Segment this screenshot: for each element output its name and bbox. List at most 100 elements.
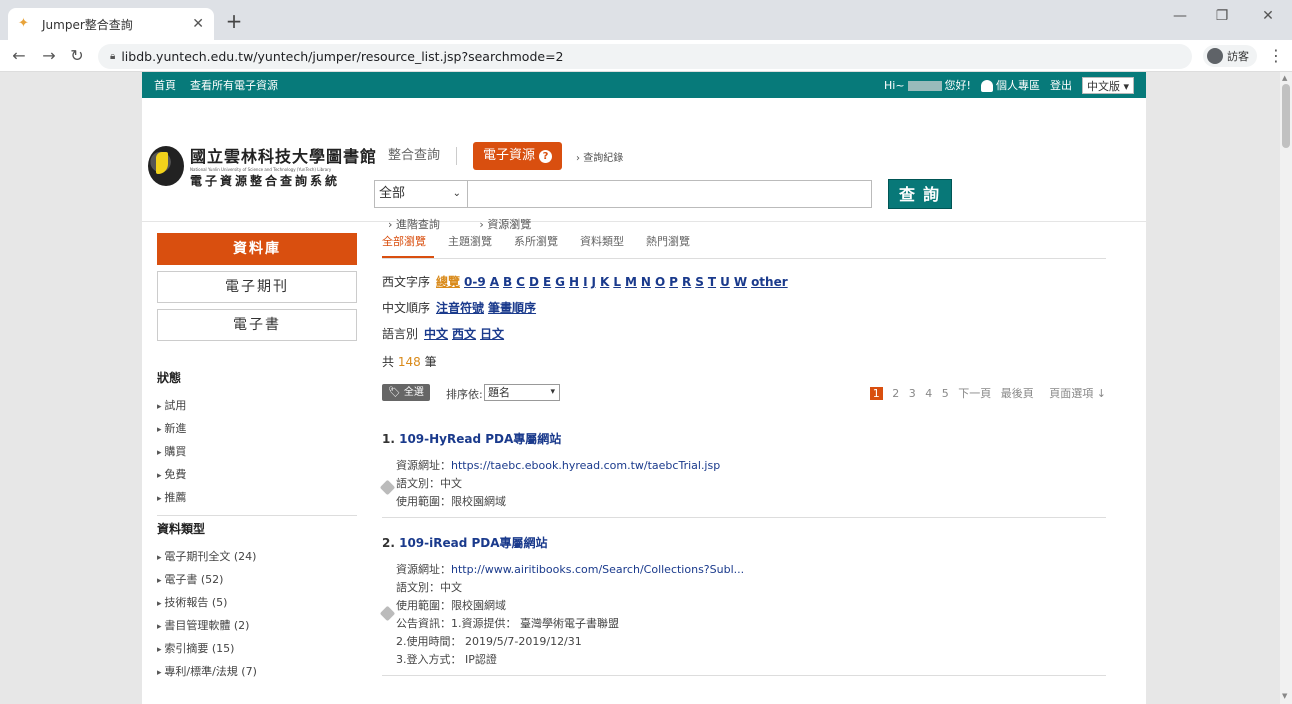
western-letter-link[interactable]: other <box>751 275 788 289</box>
advanced-search-link[interactable]: › 進階查詢 <box>388 218 458 231</box>
stroke-order-link[interactable]: 筆畫順序 <box>488 301 536 315</box>
western-letter-link[interactable]: J <box>592 275 596 289</box>
sidebar-database-button[interactable]: 資料庫 <box>157 233 357 265</box>
all-resources-link[interactable]: 查看所有電子資源 <box>190 77 278 93</box>
tab-browse-all[interactable]: 全部瀏覽 <box>382 233 426 258</box>
result-url-link[interactable]: http://www.airitibooks.com/Search/Collec… <box>451 563 744 576</box>
western-letter-link[interactable]: L <box>613 275 621 289</box>
language-select[interactable]: 中文版 ▾ <box>1081 76 1134 94</box>
help-icon[interactable]: ? <box>539 150 553 163</box>
select-all-button[interactable]: 🏷︎ 全選 <box>382 384 430 401</box>
search-sublinks: › 進階查詢 › 資源瀏覽 <box>388 216 567 232</box>
home-link[interactable]: 首頁 <box>154 77 176 93</box>
scroll-down-icon[interactable]: ▼ <box>1282 692 1287 700</box>
status-item-recommended[interactable]: 推薦 <box>157 486 357 509</box>
result-url-link[interactable]: https://taebc.ebook.hyread.com.tw/taebcT… <box>451 459 720 472</box>
search-scope-select[interactable]: 全部 ⌄ <box>374 180 468 208</box>
western-letter-link[interactable]: A <box>490 275 499 289</box>
western-letter-link[interactable]: O <box>655 275 665 289</box>
tab-browse-popular[interactable]: 熱門瀏覽 <box>646 233 690 258</box>
close-window-icon[interactable]: ✕ <box>1248 8 1288 24</box>
tab-eresources[interactable]: 電子資源? <box>473 142 563 170</box>
type-item[interactable]: 電子期刊全文 (24) <box>157 545 357 568</box>
western-letter-link[interactable]: C <box>516 275 525 289</box>
new-tab-button[interactable]: + <box>222 10 246 34</box>
status-item-purchased[interactable]: 購買 <box>157 440 357 463</box>
address-bar-row: ← → ↻ 🔒︎ libdb.yuntech.edu.tw/yuntech/ju… <box>0 40 1292 72</box>
tag-icon[interactable] <box>379 605 396 622</box>
western-letter-link[interactable]: R <box>682 275 691 289</box>
result-title-link[interactable]: 2. 109-iRead PDA專屬網站 <box>382 534 1106 551</box>
scrollbar-thumb[interactable] <box>1282 84 1290 148</box>
western-letter-link[interactable]: I <box>583 275 587 289</box>
type-item[interactable]: 專利/標準/法規 (7) <box>157 660 357 683</box>
back-arrow-icon[interactable]: ← <box>8 45 30 67</box>
western-letter-link[interactable]: E <box>543 275 551 289</box>
personal-area-link[interactable]: 個人專區 <box>980 77 1040 93</box>
status-item-new[interactable]: 新進 <box>157 417 357 440</box>
tab-integrated-search[interactable]: 整合查詢 <box>388 147 458 165</box>
western-letter-link[interactable]: K <box>600 275 609 289</box>
type-item[interactable]: 電子書 (52) <box>157 568 357 591</box>
minimize-icon[interactable]: — <box>1160 8 1200 24</box>
search-input[interactable] <box>468 180 872 208</box>
person-icon <box>980 80 993 92</box>
western-letter-link[interactable]: U <box>720 275 730 289</box>
lang-japanese-link[interactable]: 日文 <box>480 327 504 341</box>
zhuyin-link[interactable]: 注音符號 <box>436 301 484 315</box>
next-page-link[interactable]: 下一頁 <box>958 387 991 400</box>
result-count-number: 148 <box>397 355 421 369</box>
western-letter-link[interactable]: P <box>669 275 678 289</box>
page-current[interactable]: 1 <box>869 387 883 400</box>
tab-browse-subject[interactable]: 主題瀏覽 <box>448 233 492 258</box>
tag-icon[interactable] <box>379 479 396 496</box>
chevron-down-icon: ⌄ <box>452 188 461 199</box>
sidebar-ejournal-button[interactable]: 電子期刊 <box>157 271 357 303</box>
type-item[interactable]: 書目管理軟體 (2) <box>157 614 357 637</box>
url-bar[interactable]: 🔒︎ libdb.yuntech.edu.tw/yuntech/jumper/r… <box>98 44 1192 69</box>
last-page-link[interactable]: 最後頁 <box>1001 387 1034 400</box>
type-item[interactable]: 索引摘要 (15) <box>157 637 357 660</box>
western-letter-link[interactable]: 總覽 <box>436 275 460 289</box>
western-letter-link[interactable]: S <box>695 275 704 289</box>
scroll-up-icon[interactable]: ▲ <box>1282 74 1287 82</box>
page-link[interactable]: 2 <box>892 387 899 400</box>
western-letter-link[interactable]: N <box>641 275 651 289</box>
close-tab-icon[interactable]: ✕ <box>192 16 204 32</box>
page-options-link[interactable]: 頁面選項 ↓ <box>1043 387 1106 400</box>
page-link[interactable]: 5 <box>942 387 949 400</box>
result-title-link[interactable]: 1. 109-HyRead PDA專屬網站 <box>382 430 1106 447</box>
status-item-free[interactable]: 免費 <box>157 463 357 486</box>
western-letter-link[interactable]: T <box>708 275 716 289</box>
maximize-icon[interactable]: ❐ <box>1202 8 1242 24</box>
sidebar-ebook-button[interactable]: 電子書 <box>157 309 357 341</box>
search-button[interactable]: 查詢 <box>888 179 952 209</box>
page-link[interactable]: 4 <box>925 387 932 400</box>
forward-arrow-icon[interactable]: → <box>38 45 60 67</box>
page-scrollbar[interactable]: ▲ ▼ <box>1280 72 1292 704</box>
library-logo[interactable]: 國立雲林科技大學圖書館 National Yunlin University o… <box>148 143 377 189</box>
western-letter-link[interactable]: M <box>625 275 637 289</box>
type-item[interactable]: 技術報告 (5) <box>157 591 357 614</box>
western-letter-link[interactable]: W <box>734 275 747 289</box>
tab-browse-type[interactable]: 資料類型 <box>580 233 624 258</box>
guest-profile-button[interactable]: 訪客 <box>1203 45 1257 67</box>
reload-icon[interactable]: ↻ <box>66 45 88 67</box>
lang-chinese-link[interactable]: 中文 <box>424 327 448 341</box>
browser-tab[interactable]: ✦ Jumper整合查詢 ✕ <box>8 8 214 40</box>
resource-browse-link[interactable]: › 資源瀏覽 <box>479 218 549 231</box>
page-link[interactable]: 3 <box>909 387 916 400</box>
search-history-link[interactable]: › 查詢紀錄 <box>576 149 623 164</box>
lang-western-link[interactable]: 西文 <box>452 327 476 341</box>
western-letter-link[interactable]: D <box>529 275 539 289</box>
western-letter-link[interactable]: G <box>555 275 565 289</box>
western-letter-link[interactable]: 0-9 <box>464 275 486 289</box>
tab-browse-department[interactable]: 系所瀏覽 <box>514 233 558 258</box>
browser-menu-icon[interactable]: ⋮ <box>1268 46 1284 65</box>
sort-select[interactable]: 題名 ▾ <box>484 384 560 401</box>
western-letter-link[interactable]: B <box>503 275 512 289</box>
profile-avatar-icon <box>1207 48 1223 64</box>
western-letter-link[interactable]: H <box>569 275 579 289</box>
status-item-trial[interactable]: 試用 <box>157 394 357 417</box>
logout-link[interactable]: 登出 <box>1050 77 1072 93</box>
